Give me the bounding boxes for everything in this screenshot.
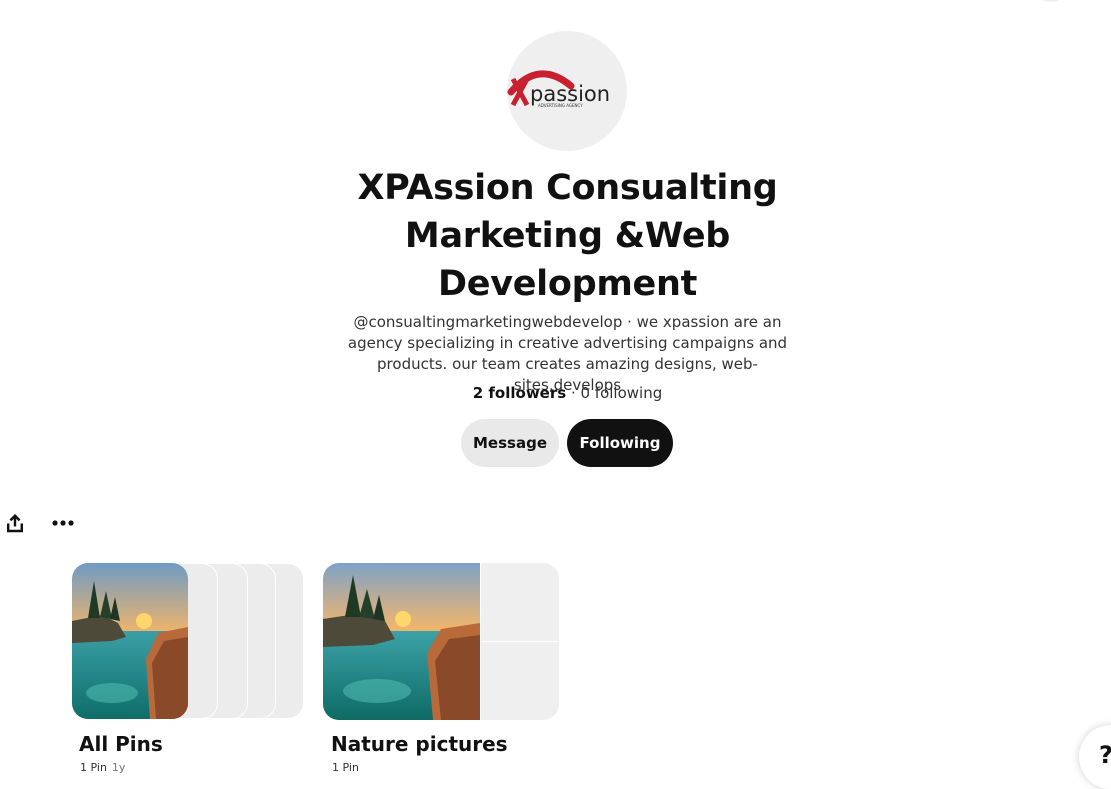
board-cover-placeholder (481, 563, 559, 641)
board-cover-collage (323, 563, 559, 720)
message-button[interactable]: Message (461, 419, 559, 467)
board-pin-count: 1 Pin (80, 761, 107, 774)
board-title[interactable]: All Pins (79, 732, 163, 756)
profile-avatar: passion ADVERTISING AGENCY (507, 31, 627, 151)
profile-name: XPAssion Consualting Marketing &Web Deve… (357, 168, 778, 304)
svg-text:ADVERTISING AGENCY: ADVERTISING AGENCY (538, 103, 583, 108)
board-pin-count: 1 Pin (332, 761, 359, 774)
more-icon[interactable] (50, 511, 76, 535)
help-icon: ? (1099, 741, 1111, 769)
follow-stats: 2 followers · 0 following (330, 383, 805, 404)
following-button[interactable]: Following (567, 419, 673, 467)
board-cover-image (72, 563, 188, 719)
board-meta: 1 Pin (332, 761, 359, 774)
board-card-nature-pictures[interactable]: Nature pictures 1 Pin (323, 563, 559, 774)
board-title[interactable]: Nature pictures (331, 732, 508, 756)
header-avatar[interactable] (1033, 0, 1069, 2)
board-meta: 1 Pin 1y (80, 761, 125, 774)
share-icon[interactable] (3, 511, 27, 535)
board-cover-image (323, 563, 480, 720)
following-count[interactable]: · 0 following (566, 384, 662, 402)
help-button[interactable]: ? (1079, 725, 1111, 789)
board-cover-placeholder (481, 642, 559, 720)
followers-count[interactable]: 2 followers (473, 384, 566, 402)
board-age: 1y (111, 761, 126, 774)
xpassion-logo: passion ADVERTISING AGENCY (507, 70, 610, 108)
